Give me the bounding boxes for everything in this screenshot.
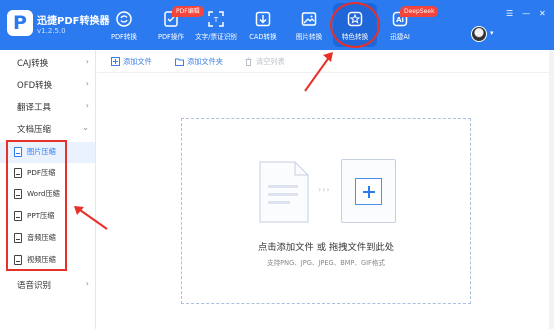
chevron-right-icon: ›	[85, 101, 89, 110]
add-file-icon	[111, 57, 120, 66]
sidebar-item-label: OFD转换	[17, 81, 53, 91]
add-file-box[interactable]	[341, 159, 396, 223]
nav-label: 迅捷AI	[390, 33, 410, 41]
main-content: 添加文件 添加文件夹 清空列表 ››› 点击添加文件 或 拖拽文件到此处 支持P…	[97, 50, 554, 329]
chevron-right-icon: ›	[85, 279, 89, 288]
sidebar-item-label: 语音识别	[17, 281, 52, 291]
nav-ocr[interactable]: T 文字/票证识别	[190, 0, 242, 50]
sidebar-item-label: 翻译工具	[17, 103, 52, 113]
sidebar-item-translate[interactable]: 翻译工具 ›	[0, 96, 95, 118]
sidebar-item-ofd[interactable]: OFD转换 ›	[0, 74, 95, 96]
user-avatar[interactable]	[471, 26, 487, 42]
annotation-circle	[330, 2, 380, 48]
svg-text:T: T	[213, 16, 219, 24]
top-bar: P 迅捷PDF转换器 v1.2.5.0 PDF转换 PDF操作 PDF编辑 T …	[0, 0, 554, 50]
add-folder-icon	[175, 58, 184, 66]
nav-cad[interactable]: CAD转换	[237, 0, 289, 50]
sidebar-item-speech[interactable]: 语音识别 ›	[0, 274, 95, 296]
plus-icon	[355, 178, 382, 205]
ai-icon-text: Ai	[396, 16, 404, 24]
nav-pdf-convert[interactable]: PDF转换	[98, 0, 150, 50]
sidebar-item-compress[interactable]: 文档压缩 ⌄	[0, 118, 95, 140]
sidebar-item-label: 文档压缩	[17, 125, 52, 135]
menu-icon[interactable]: ☰	[506, 10, 513, 18]
file-drop-zone[interactable]: ››› 点击添加文件 或 拖拽文件到此处 支持PNG、JPG、JPEG、BMP、…	[181, 118, 471, 304]
deepseek-badge: DeepSeek	[400, 6, 439, 17]
chevron-down-icon: ⌄	[82, 123, 89, 132]
cad-icon	[254, 10, 272, 28]
annotation-box	[6, 140, 67, 271]
close-button[interactable]: ✕	[539, 10, 546, 18]
nav-image[interactable]: 图片转换	[283, 0, 335, 50]
refresh-icon	[115, 10, 133, 28]
app-logo: P	[7, 10, 33, 36]
chevron-right-icon: ›	[85, 57, 89, 66]
minimize-button[interactable]: —	[522, 10, 530, 18]
clear-list-label: 清空列表	[256, 57, 285, 66]
sidebar-item-label: CAJ转换	[17, 59, 49, 69]
trash-icon	[245, 57, 252, 66]
chevron-down-icon[interactable]: ▾	[490, 29, 494, 37]
toolbar-divider	[97, 72, 554, 73]
arrow-icon: ›››	[318, 185, 331, 194]
image-icon	[300, 10, 318, 28]
app-version: v1.2.5.0	[37, 27, 66, 35]
ocr-icon: T	[207, 10, 225, 28]
chevron-right-icon: ›	[85, 79, 89, 88]
sidebar-item-caj[interactable]: CAJ转换 ›	[0, 52, 95, 74]
document-icon	[259, 161, 309, 223]
right-edge	[549, 50, 554, 329]
dropzone-formats-text: 支持PNG、JPG、JPEG、BMP、GIF格式	[266, 259, 386, 267]
add-folder-label: 添加文件夹	[187, 57, 223, 66]
dropzone-main-text: 点击添加文件 或 拖拽文件到此处	[257, 242, 395, 253]
add-file-label: 添加文件	[123, 57, 152, 66]
